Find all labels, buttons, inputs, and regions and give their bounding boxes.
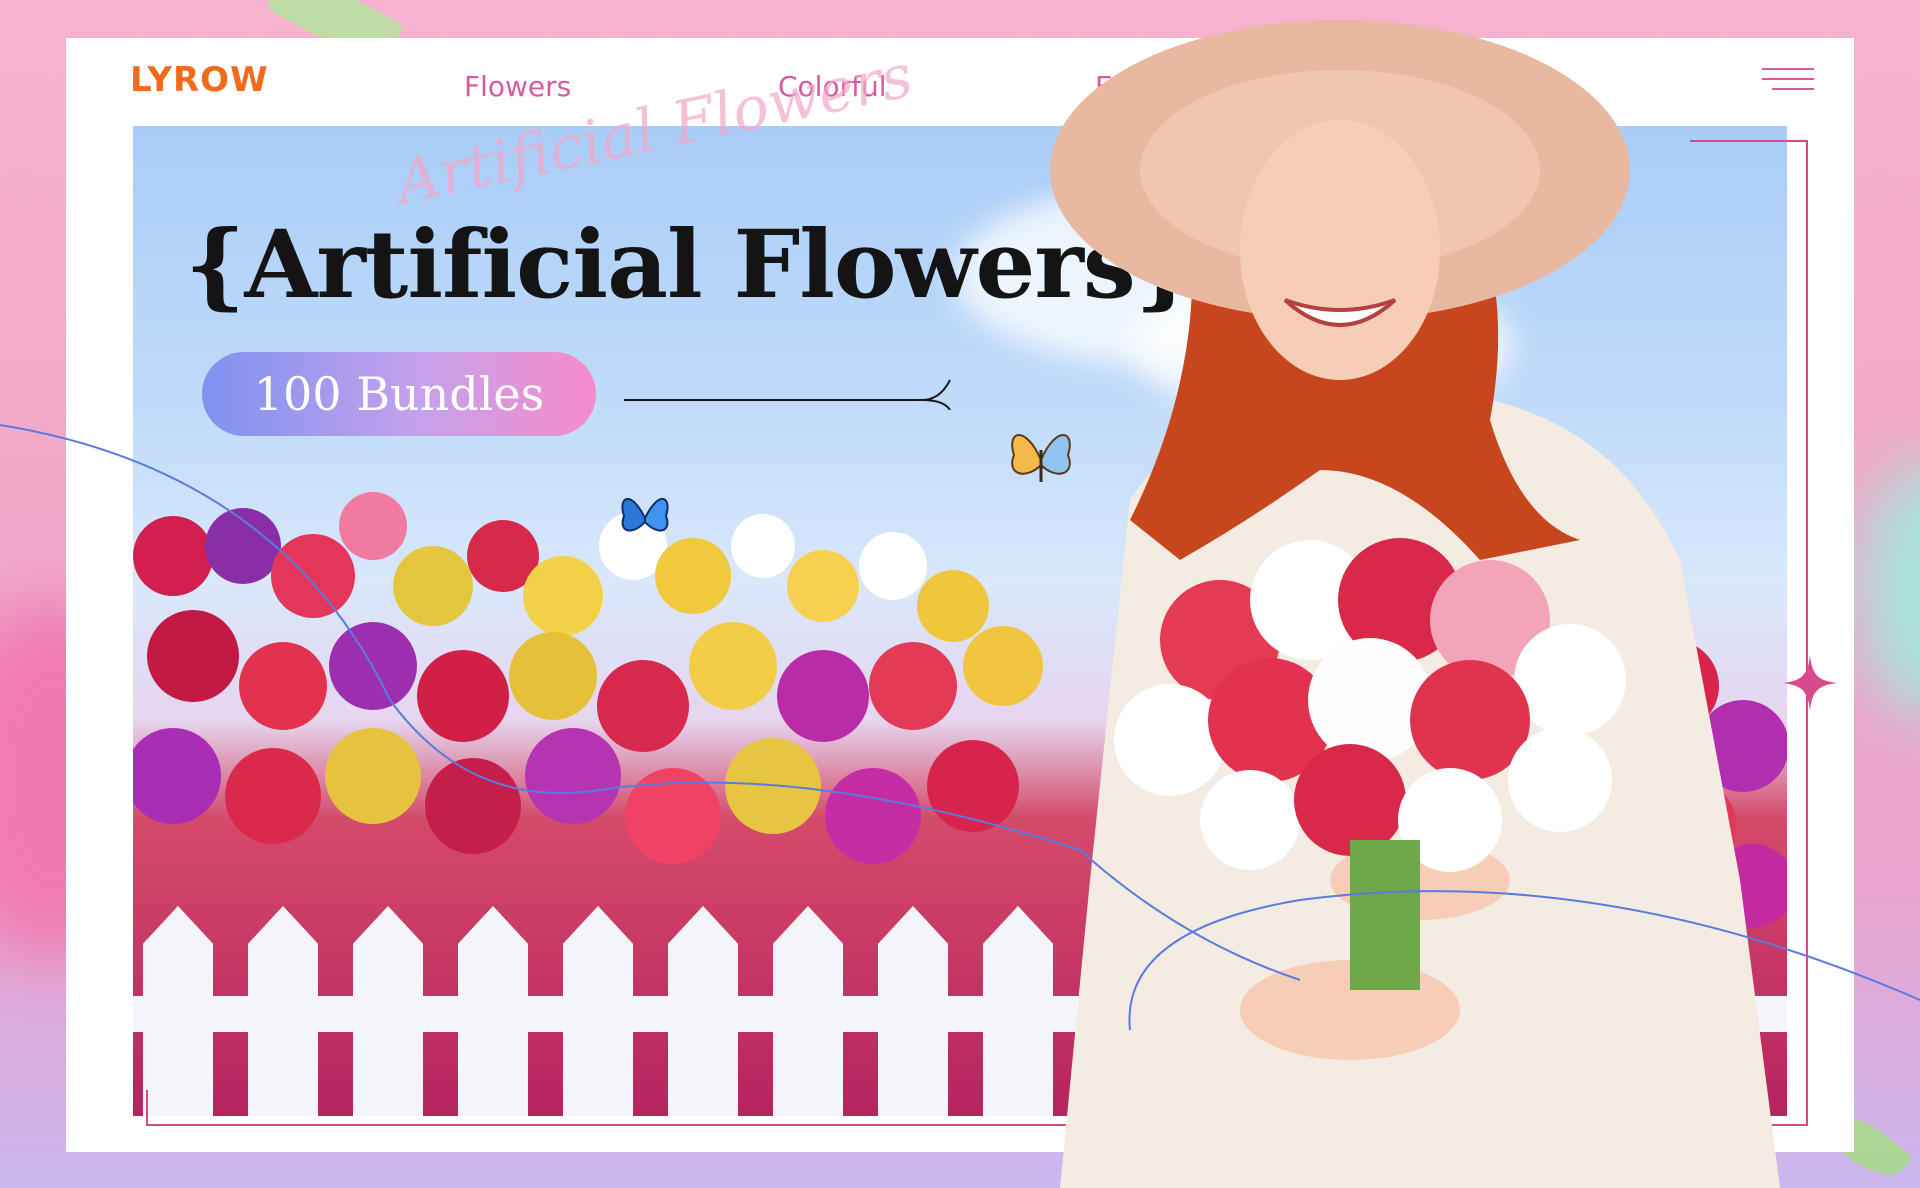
fence-post bbox=[248, 906, 318, 1116]
fence-post bbox=[668, 906, 738, 1116]
butterfly-icon bbox=[621, 497, 669, 532]
frame-line-right bbox=[1806, 140, 1808, 1124]
background-blob-right bbox=[1860, 460, 1920, 720]
fence-post bbox=[878, 906, 948, 1116]
nav-item-label: Flowers bbox=[464, 70, 572, 103]
brand-logo[interactable]: LYROW bbox=[130, 60, 269, 100]
fence-post bbox=[563, 906, 633, 1116]
fence-post bbox=[353, 906, 423, 1116]
bundles-button[interactable]: 100 Bundles bbox=[202, 352, 596, 436]
bundles-button-label: 100 Bundles bbox=[253, 367, 545, 421]
fence-post bbox=[458, 906, 528, 1116]
nav-item-flowers[interactable]: Flowers bbox=[464, 70, 571, 103]
model-with-bouquet bbox=[1050, 20, 1780, 1188]
fence-post bbox=[143, 906, 213, 1116]
fence-post bbox=[773, 906, 843, 1116]
brand-logo-text: LYROW bbox=[130, 60, 269, 100]
decorative-line bbox=[624, 379, 951, 410]
frame-line-left bbox=[146, 1090, 148, 1126]
sparkle-icon bbox=[1782, 655, 1838, 711]
